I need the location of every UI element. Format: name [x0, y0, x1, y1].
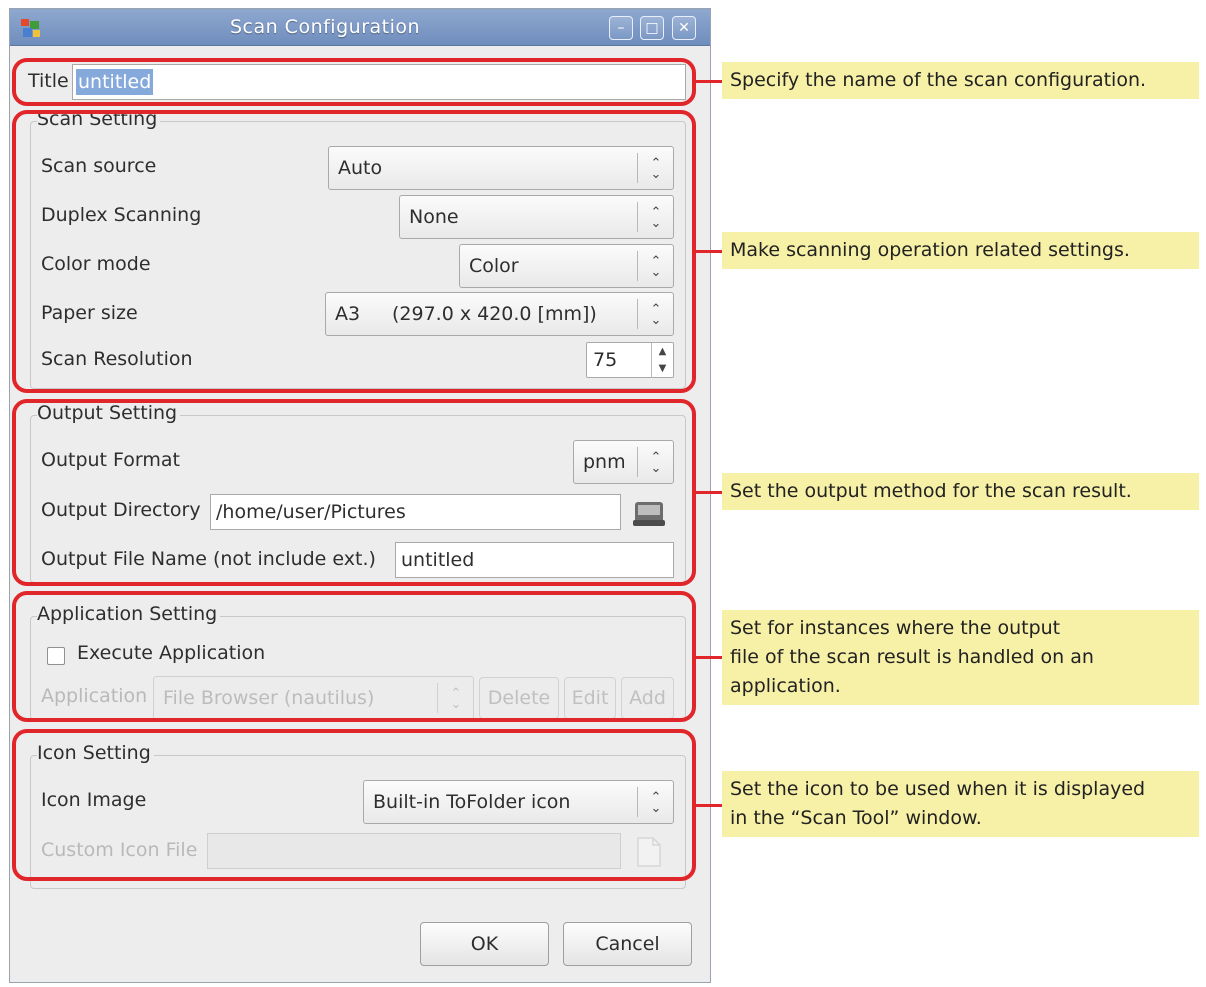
close-button[interactable]: ✕	[672, 16, 696, 40]
window-title: Scan Configuration	[229, 16, 421, 38]
application-callout: Set for instances where the output file …	[722, 610, 1199, 705]
title-highlight	[12, 58, 696, 106]
application-callout-line-1: Set for instances where the output	[730, 617, 1061, 639]
output-callout: Set the output method for the scan resul…	[722, 473, 1199, 510]
scan-connector	[696, 250, 722, 253]
output-setting-highlight	[12, 399, 696, 586]
application-callout-line-3: application.	[730, 675, 841, 697]
ok-button[interactable]: OK	[420, 922, 549, 966]
close-icon: ✕	[678, 20, 690, 36]
minimize-button[interactable]: –	[609, 16, 633, 40]
scan-setting-highlight	[12, 110, 696, 393]
icon-connector	[696, 804, 722, 807]
icon-callout-line-1: Set the icon to be used when it is displ…	[730, 778, 1146, 800]
output-connector	[696, 491, 722, 494]
scan-callout: Make scanning operation related settings…	[722, 232, 1199, 269]
maximize-button[interactable]: □	[640, 16, 664, 40]
icon-callout-line-2: in the “Scan Tool” window.	[730, 807, 982, 829]
cancel-button[interactable]: Cancel	[563, 922, 692, 966]
application-setting-highlight	[12, 591, 696, 722]
maximize-icon: □	[645, 20, 659, 36]
title-connector	[696, 80, 722, 83]
title-callout: Specify the name of the scan configurati…	[722, 62, 1199, 99]
application-callout-line-2: file of the scan result is handled on an	[730, 646, 1094, 668]
icon-callout: Set the icon to be used when it is displ…	[722, 771, 1199, 837]
minimize-icon: –	[617, 20, 625, 36]
application-connector	[696, 656, 722, 659]
title-bar[interactable]: Scan Configuration – □ ✕	[10, 9, 710, 46]
icon-setting-highlight	[12, 729, 696, 881]
